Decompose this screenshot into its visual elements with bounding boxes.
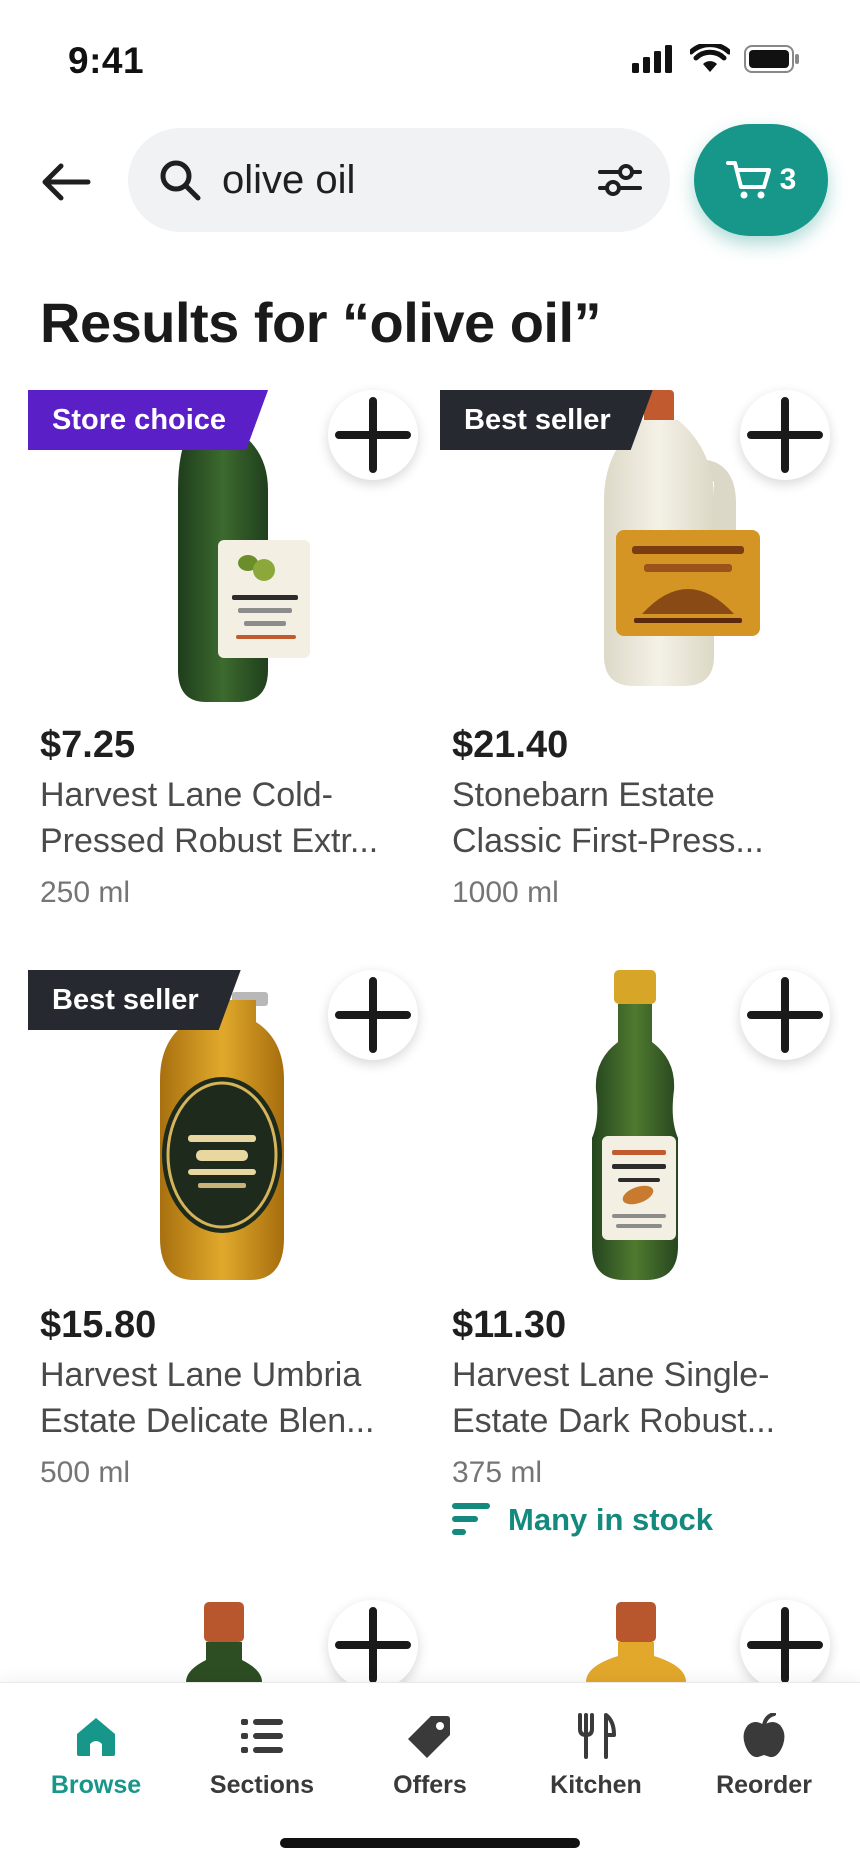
nav-item-browse[interactable]: Browse — [12, 1703, 180, 1800]
nav-label: Reorder — [716, 1771, 812, 1799]
cart-icon — [725, 161, 771, 199]
product-name-line: Pressed Robust Extr... — [40, 822, 379, 860]
home-indicator — [280, 1838, 580, 1848]
product-name-line: Estate Dark Robust... — [452, 1402, 776, 1440]
product-size: 375 ml — [452, 1456, 543, 1489]
plus-icon — [747, 397, 823, 473]
best-seller-badge: Best seller — [440, 390, 653, 450]
add-to-cart-button[interactable] — [328, 390, 418, 480]
product-size: 250 ml — [40, 876, 131, 909]
apple-icon — [743, 1713, 785, 1758]
battery-icon — [744, 45, 799, 73]
product-price: $21.40 — [452, 724, 569, 766]
product-name: Harvest Lane Cold- Pressed Robust Extr..… — [40, 772, 420, 864]
add-to-cart-button[interactable] — [740, 970, 830, 1060]
product-price: $7.25 — [40, 724, 136, 766]
store-choice-badge: Store choice — [28, 390, 268, 450]
bottom-nav: Browse Sections Offers Kitchen Reorder — [0, 1682, 860, 1864]
plus-icon — [747, 977, 823, 1053]
cellular-signal-icon — [632, 45, 672, 73]
nav-label: Kitchen — [550, 1771, 642, 1799]
arrow-left-icon — [42, 163, 91, 201]
back-button[interactable] — [34, 150, 98, 214]
product-name: Stonebarn Estate Classic First-Press... — [452, 772, 832, 864]
search-bar[interactable]: olive oil — [128, 128, 670, 232]
nav-item-kitchen[interactable]: Kitchen — [512, 1703, 680, 1800]
product-card[interactable] — [40, 1600, 440, 1690]
search-icon — [160, 160, 201, 201]
nav-item-offers[interactable]: Offers — [346, 1703, 514, 1800]
nav-item-reorder[interactable]: Reorder — [680, 1703, 848, 1800]
product-size: 500 ml — [40, 1456, 131, 1489]
product-name-line: Harvest Lane Cold- — [40, 776, 333, 814]
search-input[interactable]: olive oil — [222, 158, 355, 203]
add-to-cart-button[interactable] — [328, 1600, 418, 1690]
product-name-line: Harvest Lane Single- — [452, 1356, 770, 1394]
stock-level-icon — [452, 1503, 490, 1535]
best-seller-badge: Best seller — [28, 970, 241, 1030]
stock-status: Many in stock — [452, 1502, 713, 1538]
add-to-cart-button[interactable] — [328, 970, 418, 1060]
stock-label: Many in stock — [508, 1502, 713, 1537]
plus-icon — [747, 1607, 823, 1683]
list-icon — [241, 1719, 283, 1753]
filter-sliders-icon[interactable] — [598, 160, 642, 200]
status-icons — [632, 44, 800, 74]
status-time: 9:41 — [68, 40, 145, 81]
product-name: Harvest Lane Umbria Estate Delicate Blen… — [40, 1352, 420, 1444]
cart-count-badge: 3 — [779, 163, 797, 196]
tag-icon — [408, 1716, 450, 1758]
product-size: 1000 ml — [452, 876, 559, 909]
product-card[interactable]: $11.30 Harvest Lane Single- Estate Dark … — [452, 970, 852, 1537]
add-to-cart-button[interactable] — [740, 390, 830, 480]
wifi-icon — [690, 44, 730, 72]
product-card[interactable]: Best seller $15.80 Harvest Lane Umbria E… — [40, 970, 440, 1530]
plus-icon — [335, 397, 411, 473]
status-bar: 9:41 — [0, 0, 860, 110]
nav-label: Sections — [209, 1771, 315, 1799]
nav-item-sections[interactable]: Sections — [178, 1703, 346, 1800]
product-name: Harvest Lane Single- Estate Dark Robust.… — [452, 1352, 832, 1444]
nav-label: Offers — [393, 1771, 467, 1799]
results-title: Results for “olive oil” — [40, 291, 602, 354]
product-card[interactable] — [452, 1600, 852, 1690]
product-name-line: Estate Delicate Blen... — [40, 1402, 375, 1440]
product-name-line: Harvest Lane Umbria — [40, 1356, 362, 1394]
plus-icon — [335, 1607, 411, 1683]
product-name-line: Stonebarn Estate — [452, 776, 715, 814]
plus-icon — [335, 977, 411, 1053]
product-card[interactable]: Store choice $7.25 Harvest Lane Cold- Pr… — [40, 390, 440, 950]
product-price: $11.30 — [452, 1304, 567, 1346]
add-to-cart-button[interactable] — [740, 1600, 830, 1690]
cart-button[interactable]: 3 — [694, 124, 828, 236]
fork-knife-icon — [578, 1713, 616, 1759]
home-icon — [77, 1718, 115, 1756]
nav-label: Browse — [50, 1771, 142, 1799]
product-price: $15.80 — [40, 1304, 157, 1346]
product-name-line: Classic First-Press... — [452, 822, 764, 860]
product-card[interactable]: Best seller $21.40 Stonebarn Estate Clas… — [452, 390, 852, 950]
